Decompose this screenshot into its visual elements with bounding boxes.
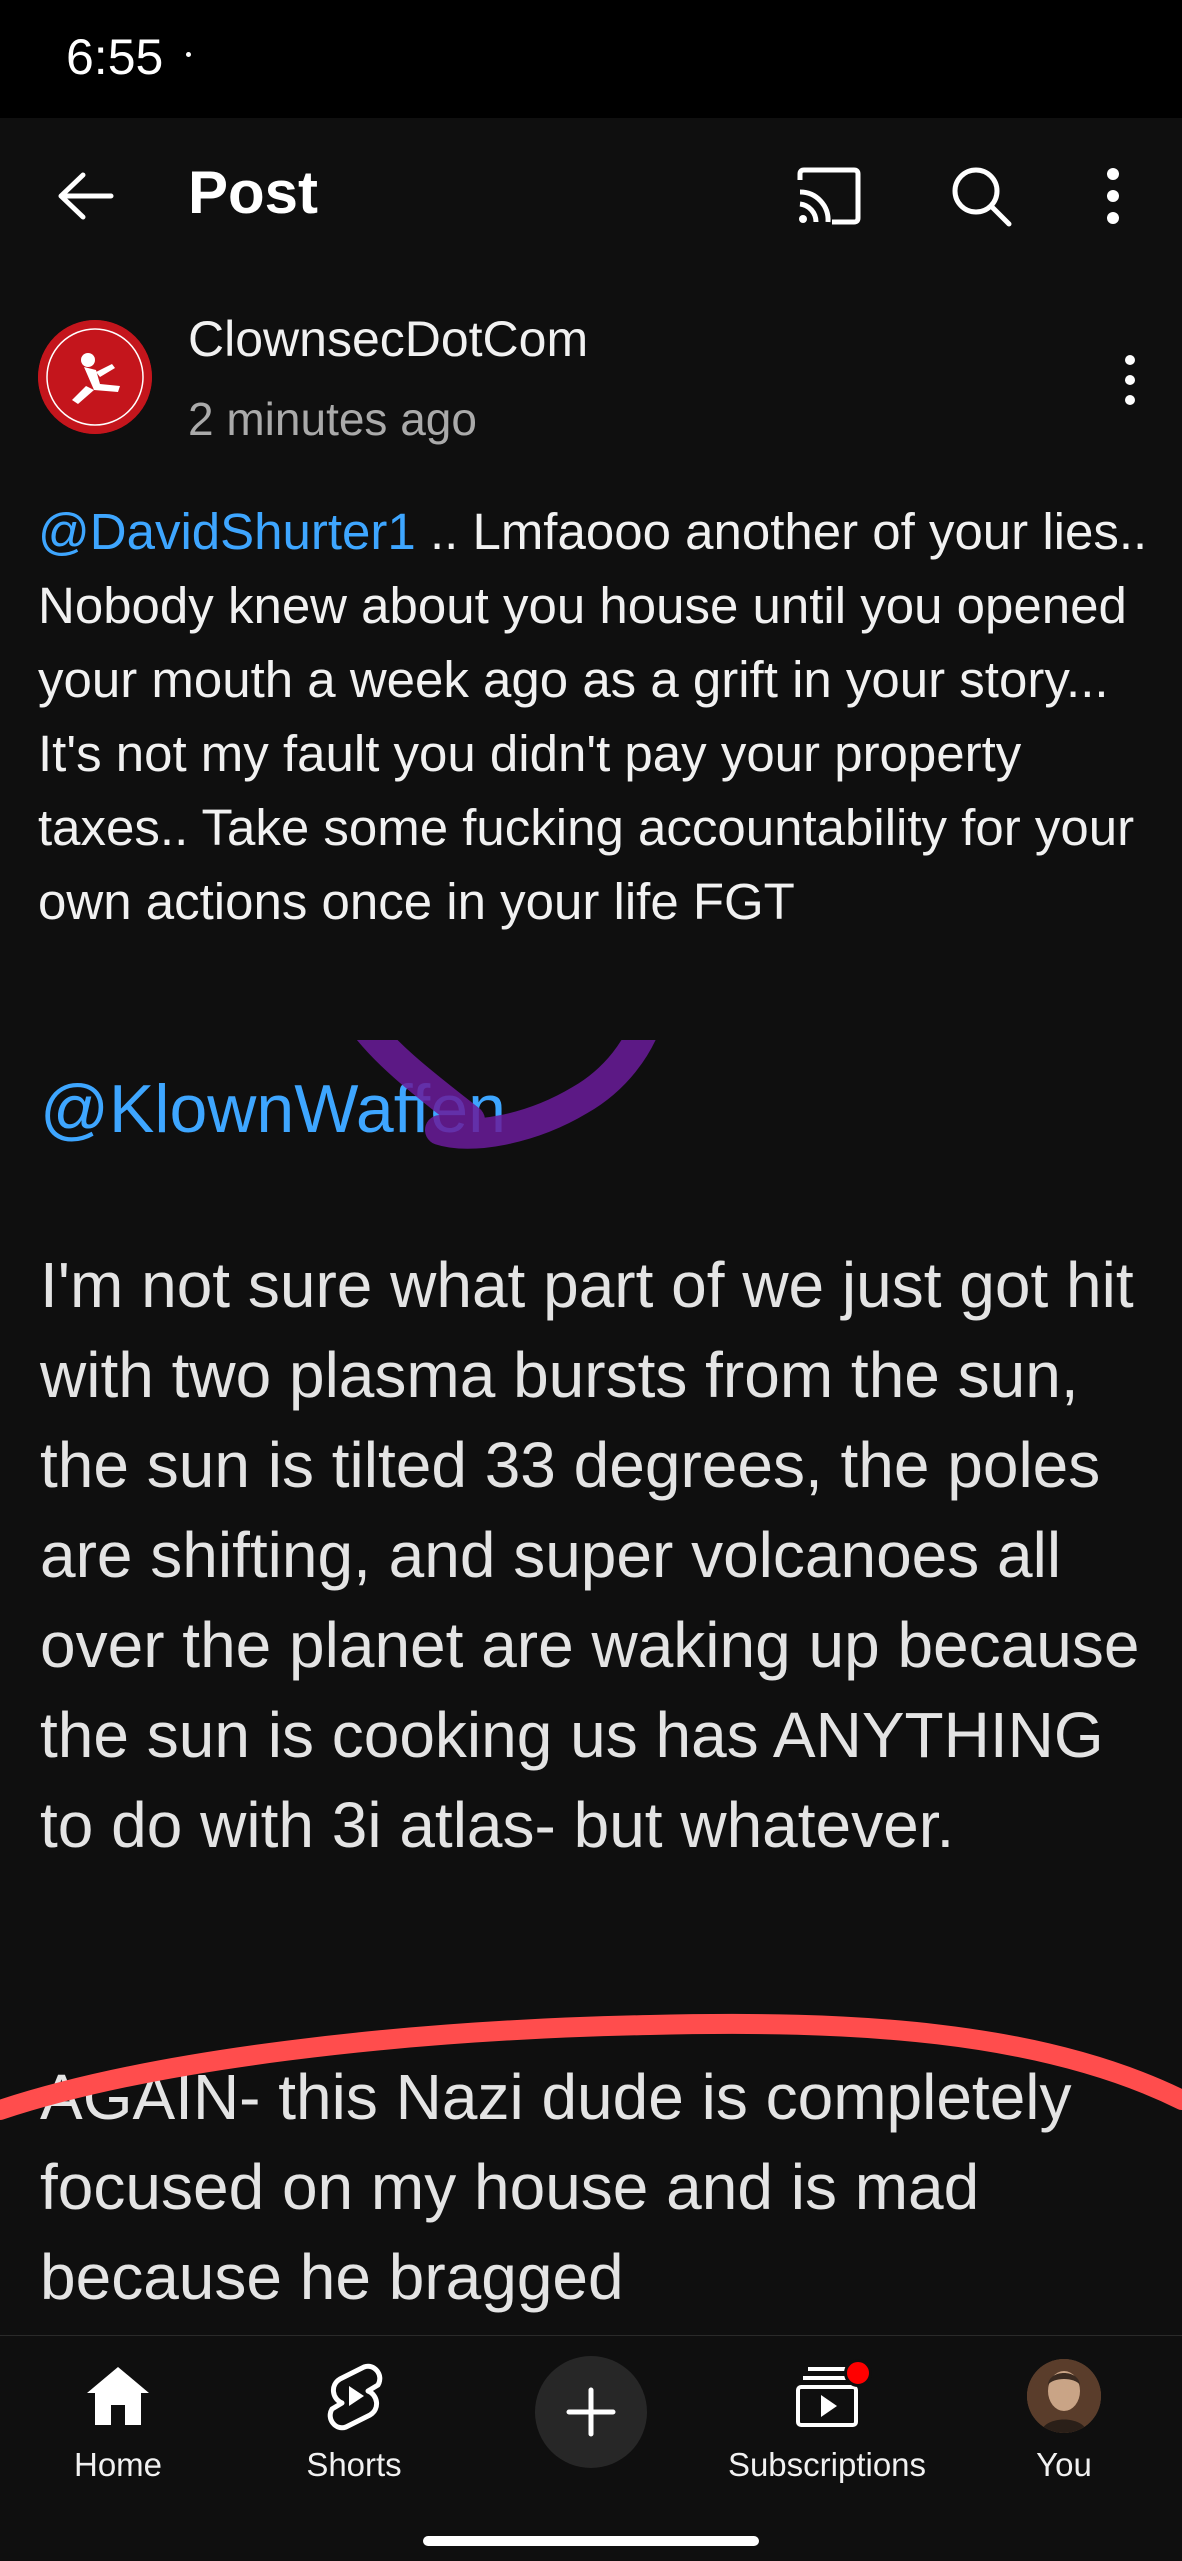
post-header: ClownsecDotCom 2 minutes ago xyxy=(0,300,1182,460)
clown-logo-icon xyxy=(38,320,152,434)
shorts-icon xyxy=(327,2363,383,2431)
channel-avatar[interactable] xyxy=(38,320,152,434)
post-text: @DavidShurter1 .. Lmfaooo another of you… xyxy=(38,495,1148,939)
post-menu-button[interactable] xyxy=(1100,340,1160,420)
bottom-navigation: Home Shorts Subscriptions You xyxy=(0,2335,1182,2561)
avatar-icon xyxy=(1027,2359,1101,2433)
post-timestamp: 2 minutes ago xyxy=(188,393,477,445)
home-icon xyxy=(87,2367,149,2425)
search-icon xyxy=(952,167,1012,227)
user-avatar xyxy=(1027,2359,1101,2433)
post-body: .. Lmfaooo another of your lies.. Nobody… xyxy=(38,503,1148,930)
nav-subscriptions-label: Subscriptions xyxy=(727,2446,927,2483)
create-button[interactable] xyxy=(535,2356,647,2468)
search-button[interactable] xyxy=(936,154,1026,238)
more-options-button[interactable] xyxy=(1076,154,1150,238)
channel-name[interactable]: ClownsecDotCom xyxy=(188,310,588,368)
nav-you-label: You xyxy=(1036,2446,1092,2483)
more-vert-icon xyxy=(1107,168,1119,224)
image-paragraph: I'm not sure what part of we just got hi… xyxy=(40,1249,1140,1861)
post-image[interactable]: @KlownWaffen I'm not sure what part of w… xyxy=(0,1040,1182,2335)
nav-you[interactable]: You xyxy=(964,2356,1164,2486)
notification-dot xyxy=(844,2359,872,2387)
arrow-left-icon xyxy=(58,172,114,220)
more-vert-icon xyxy=(1125,355,1135,405)
mention-link[interactable]: @DavidShurter1 xyxy=(38,503,416,560)
status-bar: 6:55 xyxy=(0,0,1182,118)
app-header: Post xyxy=(0,118,1182,273)
home-indicator xyxy=(423,2536,759,2546)
nav-home[interactable]: Home xyxy=(18,2356,218,2486)
image-mention-text: @KlownWaffen xyxy=(40,1071,506,1147)
nav-home-label: Home xyxy=(73,2446,163,2483)
cast-button[interactable] xyxy=(784,154,874,238)
nav-shorts[interactable]: Shorts xyxy=(254,2356,454,2486)
status-time: 6:55 xyxy=(66,29,164,85)
cast-icon xyxy=(797,167,861,225)
page-title: Post xyxy=(188,159,319,226)
nav-subscriptions[interactable]: Subscriptions xyxy=(717,2356,937,2486)
plus-icon xyxy=(566,2387,616,2437)
back-button[interactable] xyxy=(40,156,130,236)
nav-shorts-label: Shorts xyxy=(306,2446,402,2483)
status-dot xyxy=(186,52,191,57)
image-paragraph: AGAIN- this Nazi dude is completely focu… xyxy=(40,2061,1072,2313)
